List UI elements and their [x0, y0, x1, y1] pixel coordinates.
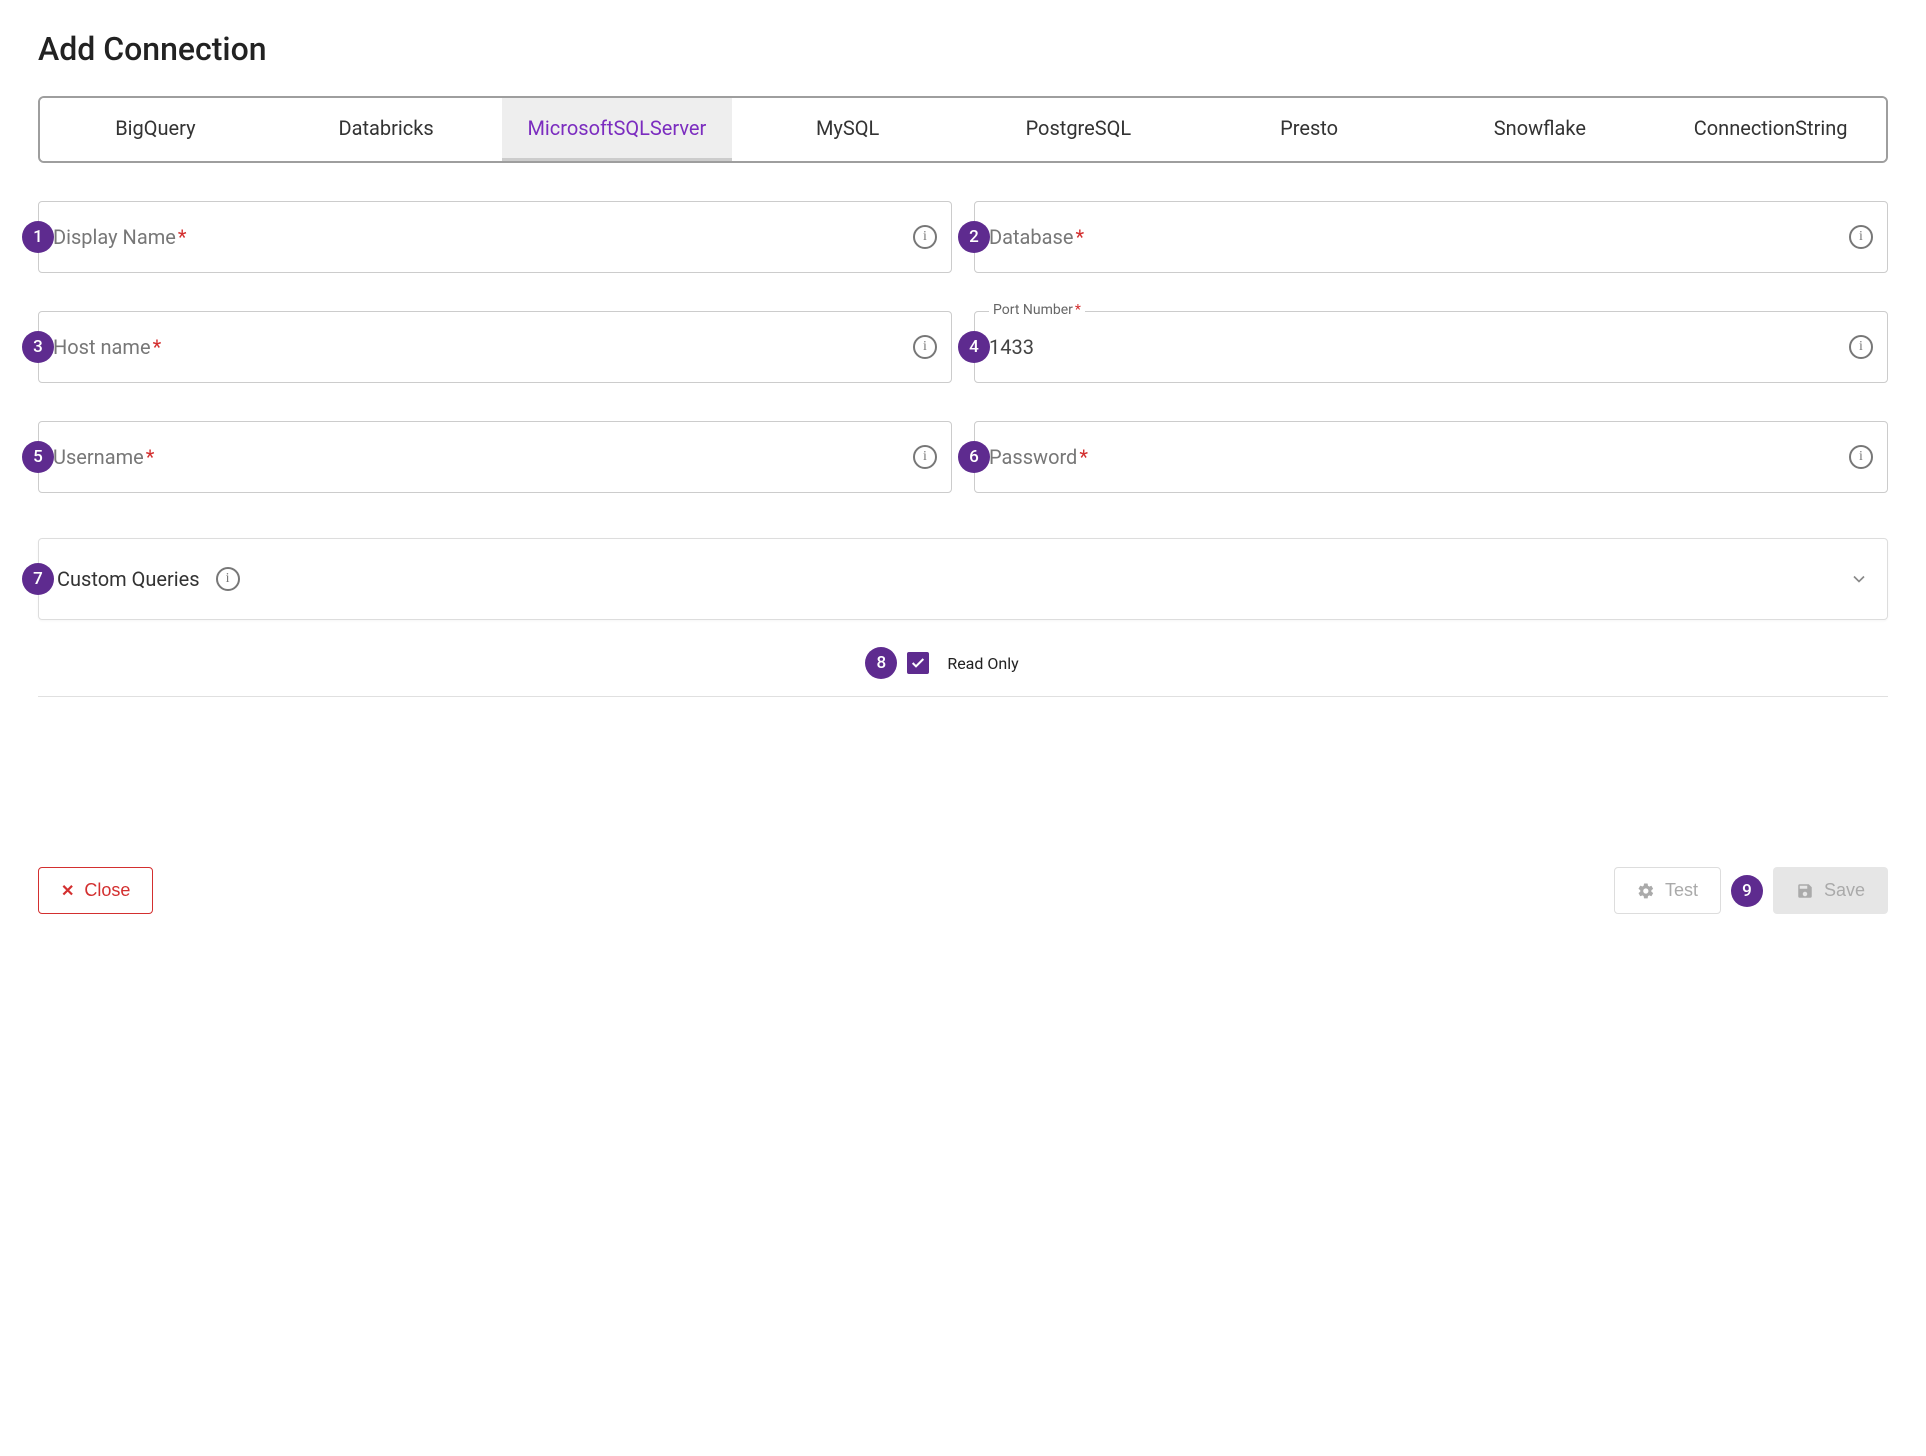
display-name-input[interactable]: Display Name* i [38, 201, 952, 273]
step-badge-9: 9 [1731, 875, 1763, 907]
port-number-field-wrapper: 4 Port Number* 1433 i [974, 311, 1888, 383]
username-label: Username* [53, 445, 913, 469]
save-icon [1796, 882, 1814, 900]
test-button-label: Test [1665, 880, 1698, 901]
read-only-label: Read Only [947, 654, 1018, 673]
gear-icon [1637, 882, 1655, 900]
port-number-value: 1433 [989, 335, 1849, 359]
tab-presto[interactable]: Presto [1194, 98, 1425, 161]
step-badge-5: 5 [22, 441, 54, 473]
tab-databricks[interactable]: Databricks [271, 98, 502, 161]
host-name-label: Host name* [53, 335, 913, 359]
port-number-input[interactable]: Port Number* 1433 i [974, 311, 1888, 383]
info-icon[interactable]: i [913, 445, 937, 469]
username-field-wrapper: 5 Username* i [38, 421, 952, 493]
tab-connection-string[interactable]: ConnectionString [1655, 98, 1886, 161]
chevron-down-icon [1849, 569, 1869, 589]
tab-snowflake[interactable]: Snowflake [1425, 98, 1656, 161]
page-title: Add Connection [38, 30, 1888, 68]
save-button[interactable]: Save [1773, 867, 1888, 914]
tabs-container: BigQuery Databricks MicrosoftSQLServer M… [38, 96, 1888, 163]
username-input[interactable]: Username* i [38, 421, 952, 493]
save-button-label: Save [1824, 880, 1865, 901]
host-name-input[interactable]: Host name* i [38, 311, 952, 383]
step-badge-1: 1 [22, 221, 54, 253]
close-button-label: Close [84, 880, 130, 901]
step-badge-2: 2 [958, 221, 990, 253]
tab-microsoft-sql-server[interactable]: MicrosoftSQLServer [502, 98, 733, 161]
step-badge-7: 7 [22, 563, 54, 595]
divider [38, 696, 1888, 697]
info-icon[interactable]: i [1849, 225, 1873, 249]
close-button[interactable]: ✕ Close [38, 867, 153, 914]
footer: ✕ Close Test 9 Save [38, 867, 1888, 914]
password-field-wrapper: 6 Password* i [974, 421, 1888, 493]
database-label: Database* [989, 225, 1849, 249]
info-icon[interactable]: i [913, 335, 937, 359]
password-input[interactable]: Password* i [974, 421, 1888, 493]
info-icon[interactable]: i [216, 567, 240, 591]
custom-queries-label: Custom Queries [57, 567, 200, 591]
step-badge-3: 3 [22, 331, 54, 363]
host-name-field-wrapper: 3 Host name* i [38, 311, 952, 383]
test-button[interactable]: Test [1614, 867, 1721, 914]
tab-bigquery[interactable]: BigQuery [40, 98, 271, 161]
step-badge-6: 6 [958, 441, 990, 473]
password-label: Password* [989, 445, 1849, 469]
database-input[interactable]: Database* i [974, 201, 1888, 273]
form-grid: 1 Display Name* i 2 Database* i 3 Host n… [38, 201, 1888, 493]
info-icon[interactable]: i [913, 225, 937, 249]
port-number-label: Port Number* [989, 302, 1085, 318]
custom-queries-accordion[interactable]: Custom Queries i [38, 538, 1888, 620]
display-name-field-wrapper: 1 Display Name* i [38, 201, 952, 273]
info-icon[interactable]: i [1849, 335, 1873, 359]
info-icon[interactable]: i [1849, 445, 1873, 469]
tab-postgresql[interactable]: PostgreSQL [963, 98, 1194, 161]
display-name-label: Display Name* [53, 225, 913, 249]
database-field-wrapper: 2 Database* i [974, 201, 1888, 273]
close-icon: ✕ [61, 881, 74, 901]
step-badge-8: 8 [865, 647, 897, 679]
read-only-checkbox[interactable] [907, 652, 929, 674]
tab-mysql[interactable]: MySQL [732, 98, 963, 161]
custom-queries-wrapper: 7 Custom Queries i [38, 538, 1888, 620]
step-badge-4: 4 [958, 331, 990, 363]
read-only-row: 8 Read Only [38, 652, 1888, 674]
